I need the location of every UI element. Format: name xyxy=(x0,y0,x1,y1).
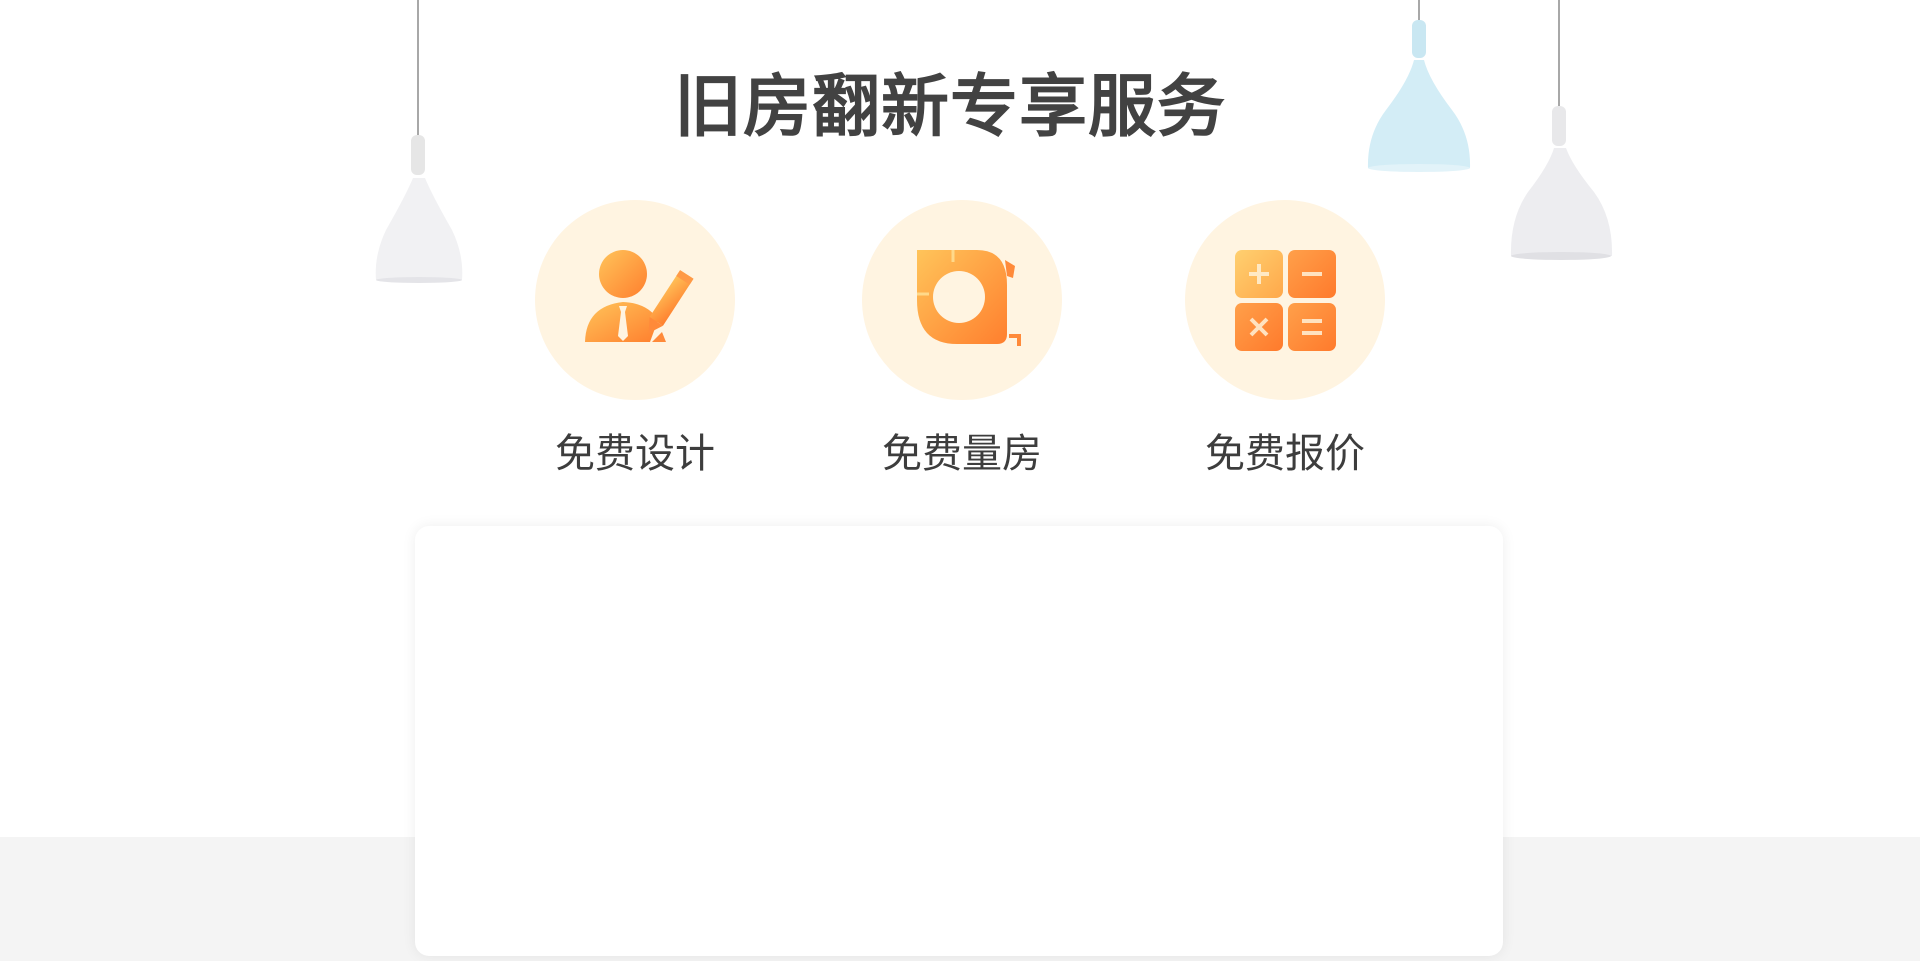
service-icon-circle xyxy=(535,200,735,400)
content-card xyxy=(415,526,1503,956)
service-free-measure[interactable]: 免费量房 xyxy=(862,200,1062,478)
service-label: 免费设计 xyxy=(555,431,715,477)
designer-pencil-icon xyxy=(585,250,694,342)
service-label: 免费报价 xyxy=(1205,431,1365,477)
page-title: 旧房翻新专享服务 xyxy=(673,68,1226,147)
calculator-icon xyxy=(1235,250,1336,351)
tape-measure-icon xyxy=(917,250,1021,346)
service-icon-circle xyxy=(862,200,1062,400)
page: { "page": { "title": "旧房翻新专享服务" }, "serv… xyxy=(0,0,1920,961)
service-free-design[interactable]: 免费设计 xyxy=(535,200,735,478)
service-label: 免费量房 xyxy=(882,431,1042,477)
service-icon-circle xyxy=(1185,200,1385,400)
service-free-quote[interactable]: 免费报价 xyxy=(1185,200,1385,478)
